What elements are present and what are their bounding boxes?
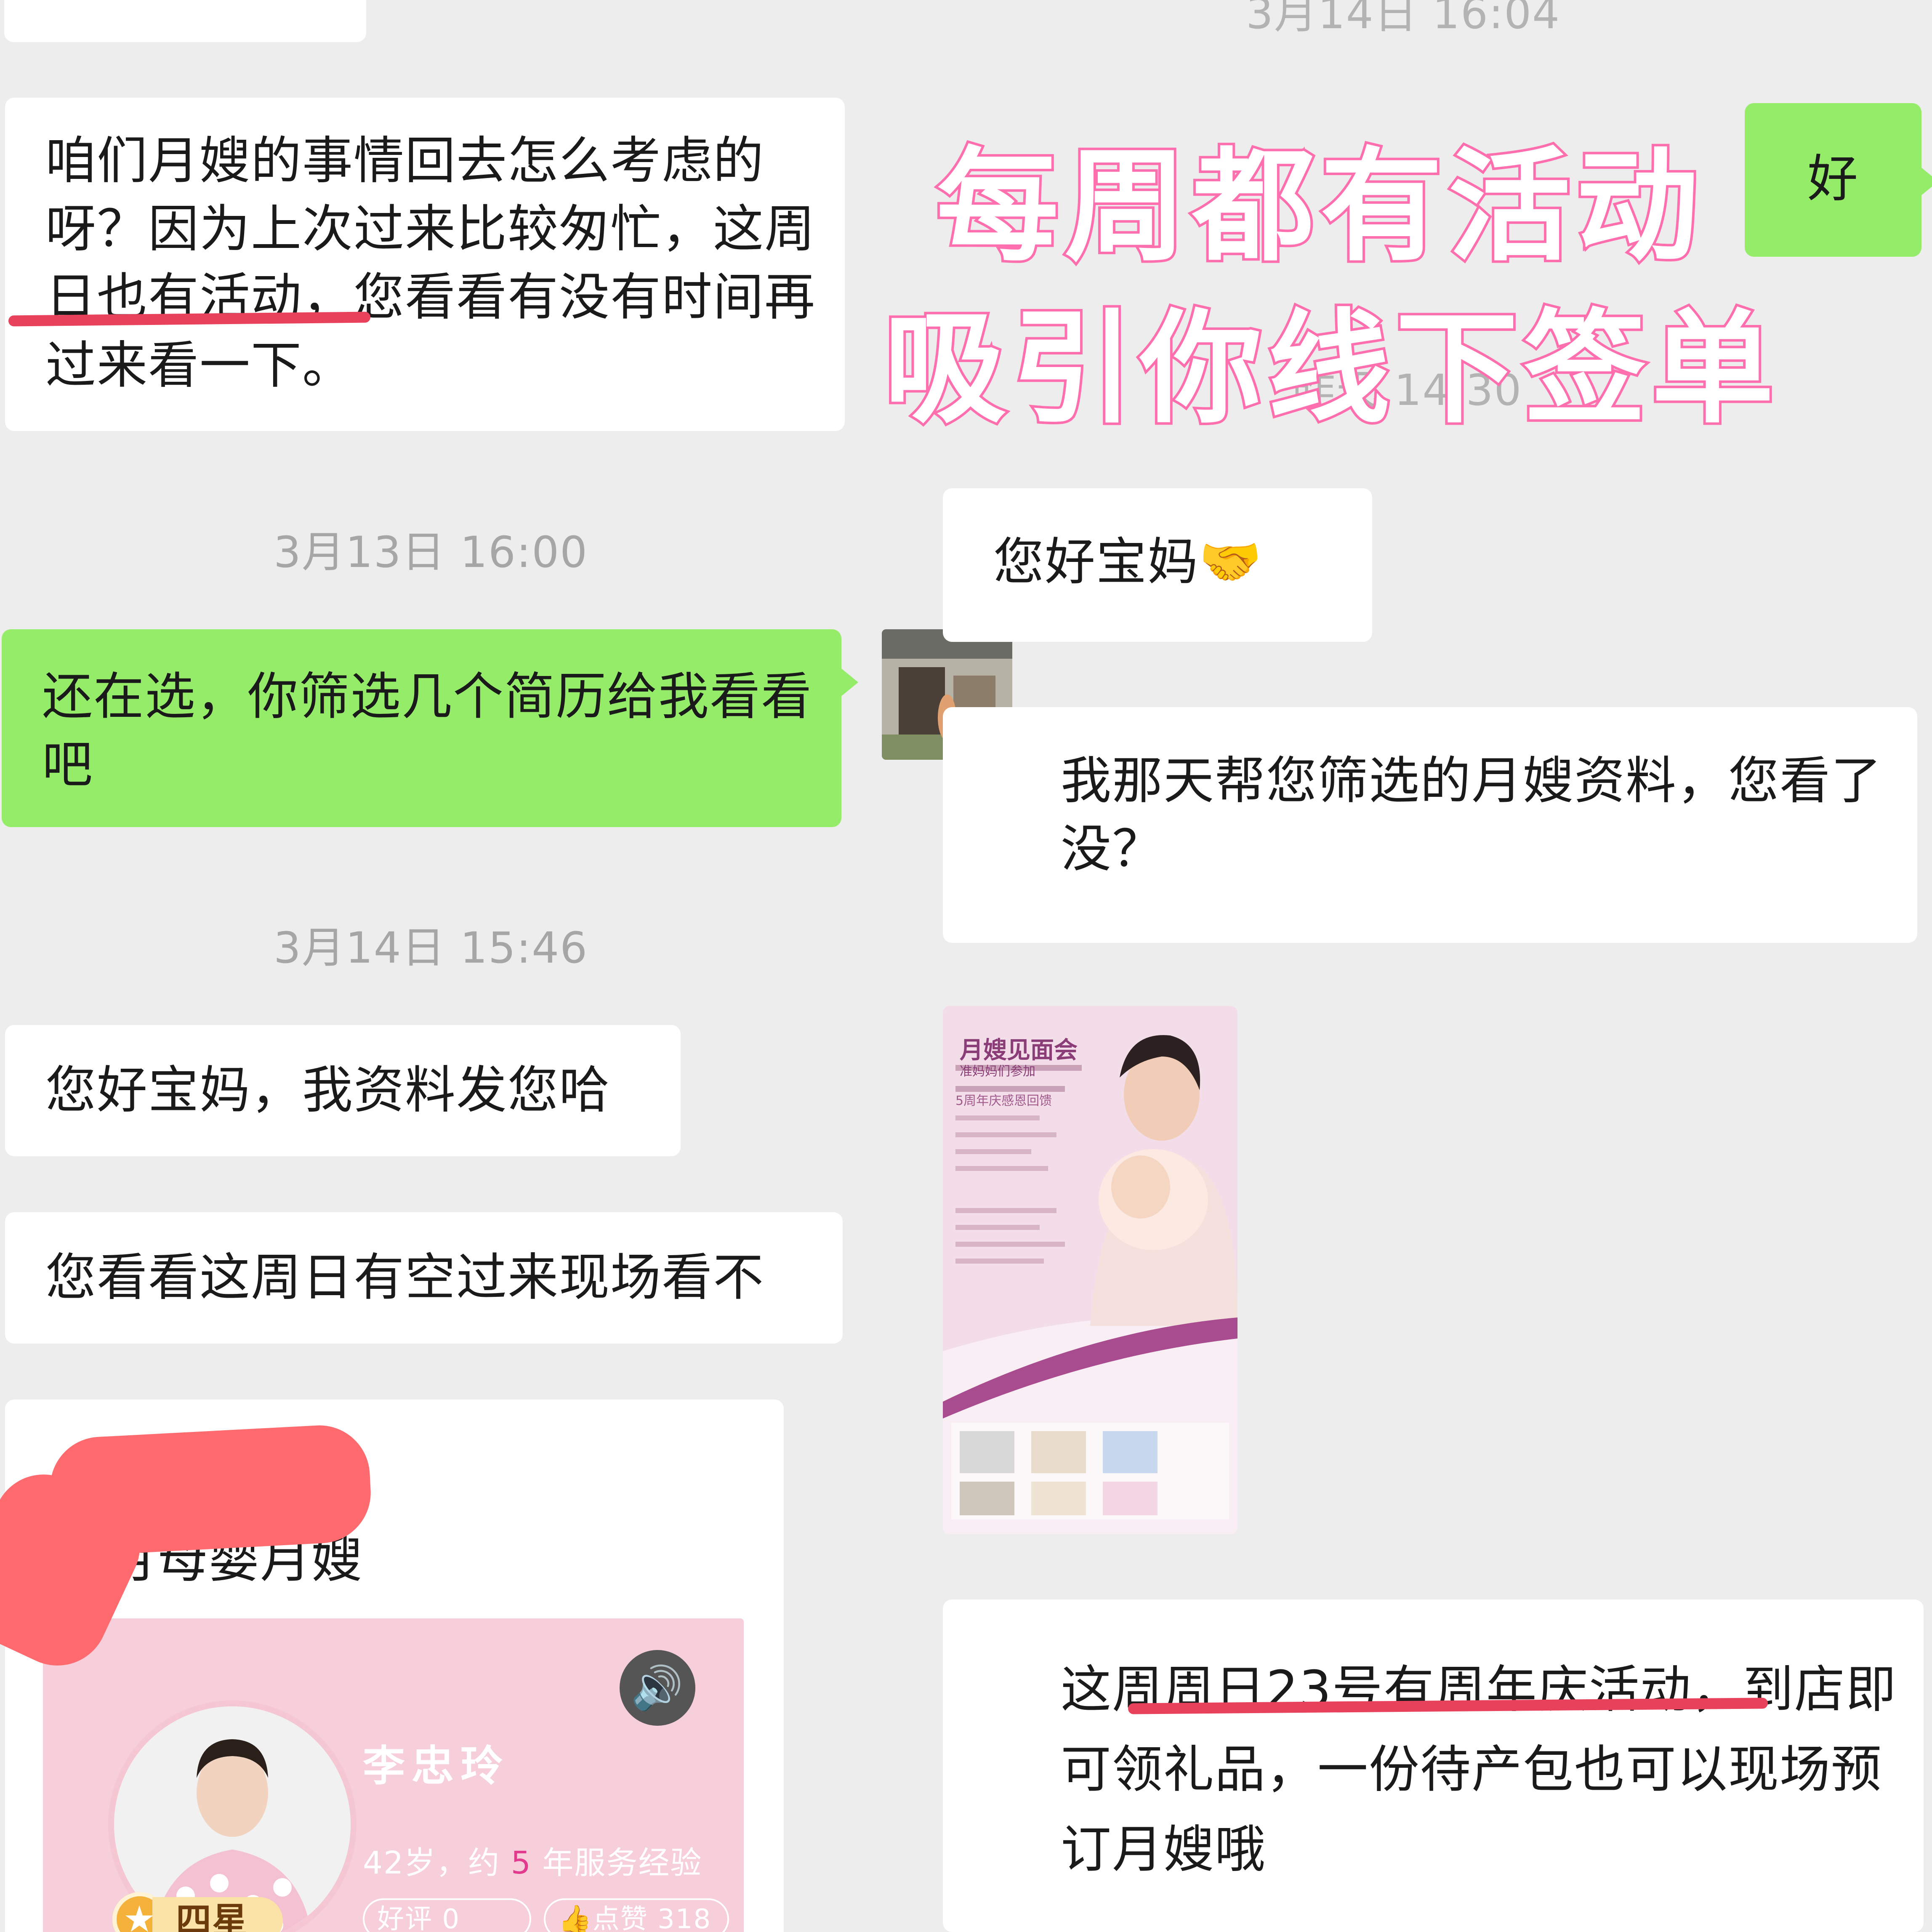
message-bubble-greeting[interactable]: 您好宝妈，我资料发您哈 <box>5 1025 681 1156</box>
info-age: 42岁，约 <box>363 1845 500 1881</box>
event-poster-image[interactable]: 月嫂见面会 准妈妈们参加 5周年庆感恩回馈 <box>943 1006 1237 1534</box>
thumbs-up-icon: 👍 <box>558 1904 593 1932</box>
timestamp: 3月14日 15:46 <box>274 923 588 973</box>
poster-title: 月嫂见面会 <box>960 1037 1078 1064</box>
info-years: 5 <box>511 1845 532 1881</box>
message-text: 您看看这周日有空过来现场看不 <box>45 1248 764 1307</box>
message-text: 还在选，你筛选几个简历给我看看吧 <box>42 668 812 794</box>
bubble-tail <box>840 667 858 697</box>
poster-subtitle: 准妈妈们参加 <box>960 1064 1035 1079</box>
left-chat-screenshot: 咱们月嫂的事情回去怎么考虑的呀？因为上次过来比较匆忙，这周日也有活动，您看看有没… <box>0 0 859 1932</box>
speaker-icon[interactable]: 🔊 <box>620 1650 695 1726</box>
nanny-profile-card[interactable]: ★ 四星月嫂 李忠玲 42岁，约 5 年服务经验 好评 0 👍点赞 318 🔊 <box>43 1618 744 1932</box>
message-text: 您好宝妈，我资料发您哈 <box>45 1061 610 1120</box>
message-bubble-event[interactable]: 这周周日23号有周年庆活动，到店即可领礼品，一份待产包也可以现场预订月嫂哦 <box>943 1599 1924 1932</box>
cropped-message-bubble[interactable] <box>4 0 366 42</box>
message-text: 我那天帮您筛选的月嫂资料，您看了没？ <box>1061 752 1882 878</box>
likes-pill[interactable]: 👍点赞 318 <box>544 1898 729 1932</box>
nanny-info: 42岁，约 5 年服务经验 <box>363 1829 702 1897</box>
message-bubble-invite[interactable]: 您看看这周日有空过来现场看不 <box>5 1212 843 1344</box>
message-text: 咱们月嫂的事情回去怎么考虑的呀？因为上次过来比较匆忙，这周日也有活动，您看看有没… <box>45 132 816 395</box>
good-review-text: 好评 0 <box>377 1904 460 1932</box>
message-bubble-question[interactable]: 我那天帮您筛选的月嫂资料，您看了没？ <box>943 707 1917 943</box>
message-text: 好 <box>1807 150 1859 208</box>
likes-text: 点赞 318 <box>592 1904 712 1932</box>
nanny-name: 李忠玲 <box>363 1741 509 1791</box>
good-review-pill[interactable]: 好评 0 <box>363 1898 531 1932</box>
overlay-caption-line2: 吸引你线下签单 <box>881 295 1780 442</box>
message-bubble-consider[interactable]: 咱们月嫂的事情回去怎么考虑的呀？因为上次过来比较匆忙，这周日也有活动，您看看有没… <box>5 98 845 431</box>
timestamp: 3月13日 16:00 <box>274 527 588 577</box>
message-text: 这周周日23号有周年庆活动，到店即可领礼品，一份待产包也可以现场预订月嫂哦 <box>1061 1661 1897 1879</box>
message-bubble-greeting[interactable]: 您好宝妈🤝 <box>943 488 1372 642</box>
overlay-caption-line1: 每周都有活动 <box>934 133 1704 280</box>
level-badge: 四星月嫂 <box>152 1897 283 1932</box>
timestamp: 3月14日 16:04 <box>1246 0 1561 39</box>
poster-graphic <box>943 1006 1237 1534</box>
handshake-emoji: 🤝 <box>1199 533 1263 591</box>
sent-reply-bubble[interactable]: 好 <box>1745 103 1932 257</box>
info-suffix: 年服务经验 <box>542 1845 703 1881</box>
poster-tag: 5周年庆感恩回馈 <box>955 1094 1052 1108</box>
bubble-tail <box>1920 166 1932 197</box>
message-text: 您好宝妈 <box>993 533 1199 591</box>
sent-message-bubble[interactable]: 还在选，你筛选几个简历给我看看吧 <box>2 629 858 827</box>
